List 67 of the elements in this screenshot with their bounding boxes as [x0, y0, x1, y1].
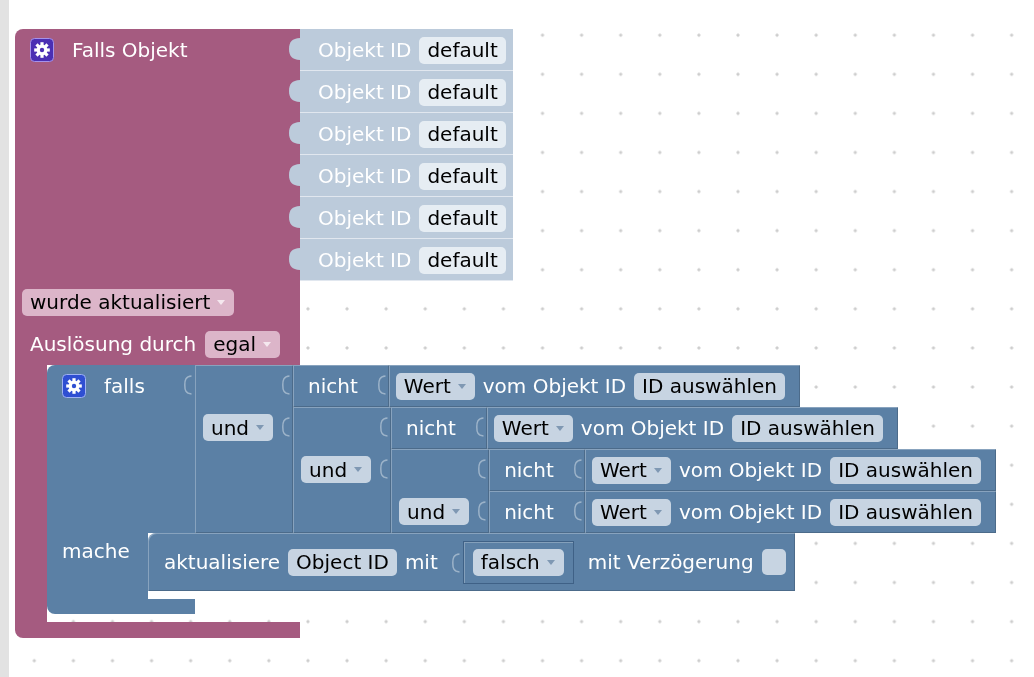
- puzzle-tab-icon: [573, 459, 582, 479]
- object-id-field[interactable]: ID auswählen: [732, 414, 883, 442]
- event-dropdown[interactable]: wurde aktualisiert: [22, 288, 235, 316]
- block-label: vom Objekt ID: [678, 458, 823, 482]
- block-label: Objekt ID: [318, 248, 412, 272]
- block-label: Objekt ID: [318, 164, 412, 188]
- block-label: nicht: [406, 416, 456, 440]
- block-label: mache: [62, 539, 130, 563]
- block-label: Auslösung durch: [30, 332, 197, 356]
- caret-icon: [217, 299, 226, 305]
- block-label: aktualisiere: [164, 550, 281, 574]
- caret-icon: [256, 425, 265, 430]
- attribute-dropdown[interactable]: Wert: [591, 456, 671, 484]
- caret-icon: [555, 425, 564, 431]
- object-id-field[interactable]: ID auswählen: [830, 498, 981, 526]
- puzzle-tab-icon: [282, 375, 291, 395]
- object-id-field[interactable]: default: [419, 36, 506, 64]
- block-label: nicht: [504, 500, 554, 524]
- operator-dropdown[interactable]: und: [301, 456, 372, 483]
- block-label: nicht: [308, 374, 358, 398]
- attribute-dropdown[interactable]: Wert: [591, 498, 671, 526]
- puzzle-tab-icon: [380, 459, 389, 479]
- caret-icon: [354, 467, 363, 472]
- puzzle-tab-icon: [184, 375, 192, 395]
- puzzle-tab-icon: [451, 552, 460, 573]
- operator-dropdown[interactable]: und: [399, 498, 470, 525]
- block-label: Objekt ID: [318, 206, 412, 230]
- block-label: vom Objekt ID: [482, 374, 627, 398]
- caret-icon: [263, 341, 272, 347]
- puzzle-tab-icon: [478, 501, 487, 521]
- puzzle-tab-icon: [573, 501, 582, 521]
- object-id-field[interactable]: default: [419, 120, 506, 148]
- object-id-field[interactable]: default: [419, 246, 506, 274]
- caret-icon: [653, 467, 662, 473]
- block-label: Objekt ID: [318, 122, 412, 146]
- object-id-field[interactable]: default: [419, 78, 506, 106]
- caret-icon: [457, 383, 466, 389]
- block-title: Falls Objekt: [72, 38, 188, 62]
- gear-icon[interactable]: [30, 38, 54, 62]
- block-label: nicht: [504, 458, 554, 482]
- delay-checkbox[interactable]: [761, 549, 786, 575]
- block-label: falls: [104, 374, 145, 398]
- caret-icon: [546, 559, 555, 565]
- block-label: vom Objekt ID: [580, 416, 725, 440]
- caret-icon: [653, 509, 662, 515]
- operator-dropdown[interactable]: und: [203, 414, 274, 441]
- block-label: mit: [404, 550, 438, 574]
- puzzle-tab-icon: [282, 417, 291, 437]
- block-label: mit Verzögerung: [587, 550, 754, 574]
- block-label: Objekt ID: [318, 80, 412, 104]
- object-id-field[interactable]: Object ID: [288, 548, 397, 576]
- caret-icon: [452, 509, 461, 514]
- puzzle-tab-icon: [475, 417, 484, 437]
- attribute-dropdown[interactable]: Wert: [395, 372, 475, 400]
- block-label: vom Objekt ID: [678, 500, 823, 524]
- trigger-dropdown[interactable]: egal: [205, 330, 281, 358]
- puzzle-tab-icon: [380, 417, 389, 437]
- puzzle-tab-icon: [478, 459, 487, 479]
- puzzle-tab-icon: [377, 375, 386, 395]
- object-id-field[interactable]: ID auswählen: [634, 372, 785, 400]
- object-id-field[interactable]: default: [419, 204, 506, 232]
- attribute-dropdown[interactable]: Wert: [493, 414, 573, 442]
- gear-icon[interactable]: [62, 374, 86, 398]
- object-id-field[interactable]: default: [419, 162, 506, 190]
- object-id-field[interactable]: ID auswählen: [830, 456, 981, 484]
- boolean-dropdown[interactable]: falsch: [472, 548, 564, 576]
- block-label: Objekt ID: [318, 38, 412, 62]
